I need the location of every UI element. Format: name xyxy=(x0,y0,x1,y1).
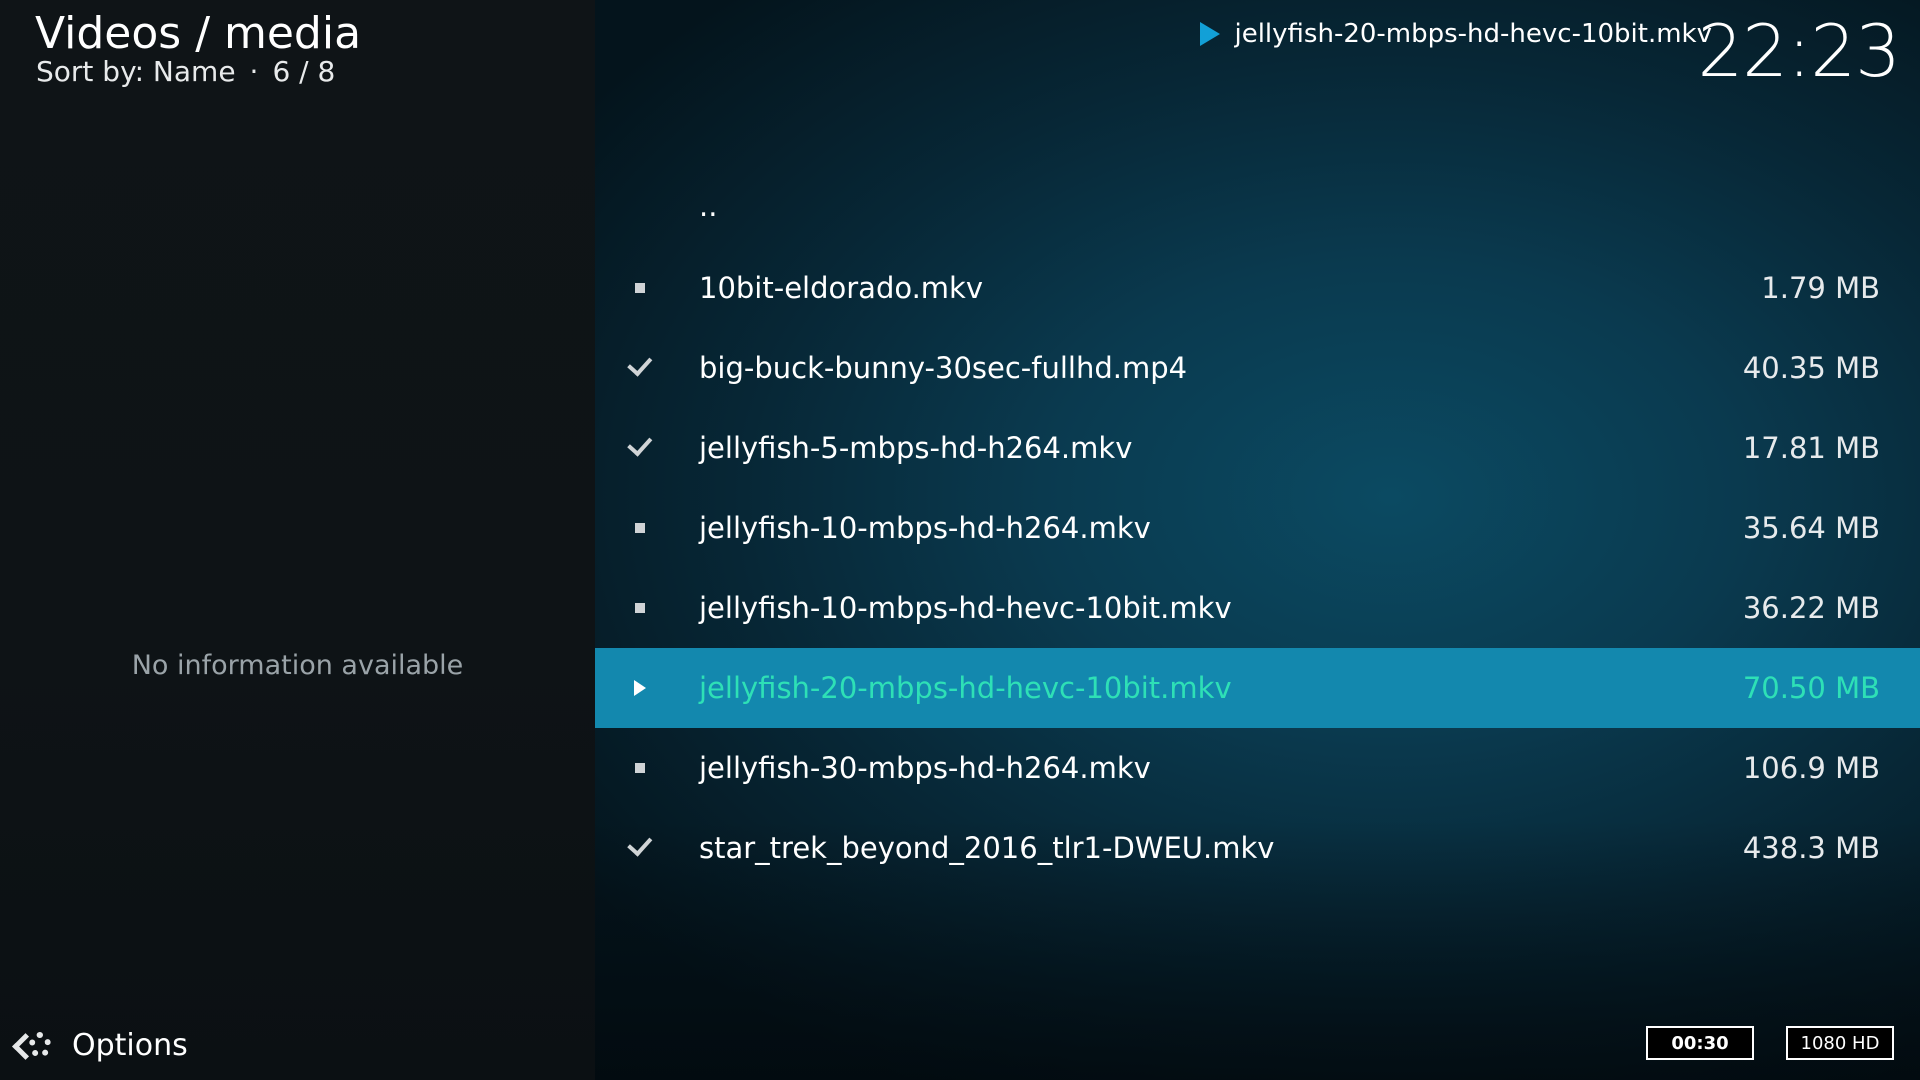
unwatched-icon xyxy=(625,513,655,543)
duration-badge: 00:30 xyxy=(1646,1026,1754,1060)
watched-check-icon xyxy=(625,430,655,463)
list-item[interactable]: jellyfish-10-mbps-hd-hevc-10bit.mkv 36.2… xyxy=(595,568,1920,648)
playing-icon xyxy=(625,673,655,703)
no-info-text: No information available xyxy=(131,650,464,681)
unwatched-icon xyxy=(625,273,655,303)
file-size: 40.35 MB xyxy=(1742,351,1880,385)
list-item[interactable]: star_trek_beyond_2016_tlr1-DWEU.mkv 438.… xyxy=(595,808,1920,888)
file-name: 10bit-eldorado.mkv xyxy=(699,271,984,305)
file-size: 36.22 MB xyxy=(1742,591,1880,625)
file-name: jellyfish-10-mbps-hd-h264.mkv xyxy=(699,511,1151,545)
list-item[interactable]: jellyfish-30-mbps-hd-h264.mkv 106.9 MB xyxy=(595,728,1920,808)
resolution-badge: 1080 HD xyxy=(1786,1026,1894,1060)
file-name: jellyfish-20-mbps-hd-hevc-10bit.mkv xyxy=(699,671,1232,705)
item-position: 6 / 8 xyxy=(272,55,336,88)
clock: 22:23 xyxy=(1697,9,1901,93)
file-name: big-buck-bunny-30sec-fullhd.mp4 xyxy=(699,351,1188,385)
list-item-selected[interactable]: jellyfish-20-mbps-hd-hevc-10bit.mkv 70.5… xyxy=(595,648,1920,728)
file-name: jellyfish-5-mbps-hd-h264.mkv xyxy=(699,431,1133,465)
file-name: jellyfish-30-mbps-hd-h264.mkv xyxy=(699,751,1151,785)
now-playing-indicator[interactable]: jellyfish-20-mbps-hd-hevc-10bit.mkv xyxy=(1200,16,1712,52)
watched-check-icon xyxy=(625,350,655,383)
file-name: jellyfish-10-mbps-hd-hevc-10bit.mkv xyxy=(699,591,1232,625)
unwatched-icon xyxy=(625,593,655,623)
file-size: 438.3 MB xyxy=(1742,831,1880,865)
file-size: 106.9 MB xyxy=(1742,751,1880,785)
options-gear-icon xyxy=(12,1028,51,1064)
parent-folder-label: .. xyxy=(699,189,718,223)
sort-label[interactable]: Sort by: Name xyxy=(36,55,236,88)
parent-folder-item[interactable]: .. xyxy=(595,168,1920,248)
file-size: 17.81 MB xyxy=(1742,431,1880,465)
info-panel: No information available xyxy=(0,0,595,1080)
file-list: .. 10bit-eldorado.mkv 1.79 MB big-buck-b… xyxy=(595,168,1920,888)
play-icon xyxy=(1200,22,1221,46)
media-browser-window: No information available Videos / media … xyxy=(0,0,1920,1080)
options-label: Options xyxy=(72,1028,188,1063)
file-size: 35.64 MB xyxy=(1742,511,1880,545)
file-size: 70.50 MB xyxy=(1742,671,1880,705)
now-playing-title: jellyfish-20-mbps-hd-hevc-10bit.mkv xyxy=(1234,19,1712,49)
options-button[interactable]: Options xyxy=(12,1026,188,1066)
sort-info: Sort by: Name · 6 / 8 xyxy=(36,54,335,90)
file-name: star_trek_beyond_2016_tlr1-DWEU.mkv xyxy=(699,831,1275,865)
watched-check-icon xyxy=(625,830,655,863)
list-item[interactable]: 10bit-eldorado.mkv 1.79 MB xyxy=(595,248,1920,328)
file-size: 1.79 MB xyxy=(1761,271,1880,305)
list-item[interactable]: jellyfish-5-mbps-hd-h264.mkv 17.81 MB xyxy=(595,408,1920,488)
separator-dot: · xyxy=(249,55,259,88)
unwatched-icon xyxy=(625,753,655,783)
list-item[interactable]: big-buck-bunny-30sec-fullhd.mp4 40.35 MB xyxy=(595,328,1920,408)
list-item[interactable]: jellyfish-10-mbps-hd-h264.mkv 35.64 MB xyxy=(595,488,1920,568)
